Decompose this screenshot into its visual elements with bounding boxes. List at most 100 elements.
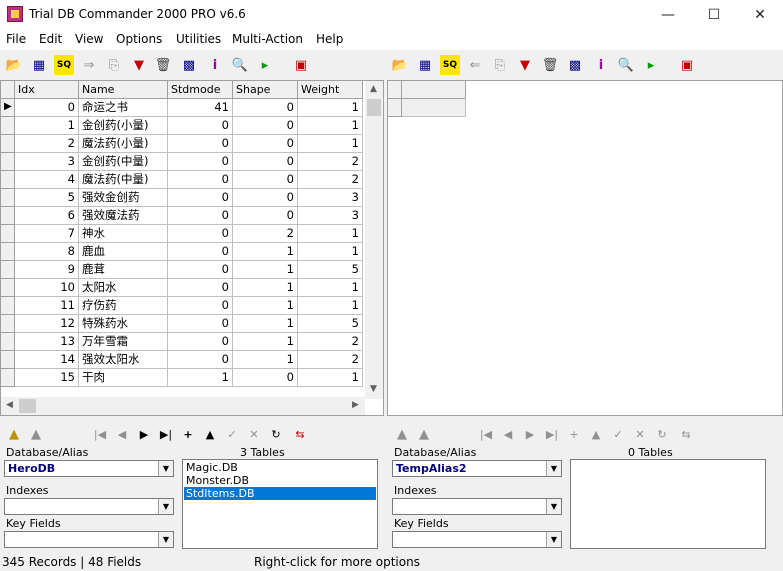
right-data-grid[interactable] — [387, 80, 783, 416]
scroll-right-arrow[interactable]: ▶ — [347, 397, 364, 414]
menu-view[interactable]: View — [75, 32, 103, 46]
row-indicator[interactable] — [1, 207, 15, 225]
minimize-button[interactable]: — — [645, 0, 691, 30]
cell-stdmode[interactable]: 0 — [168, 333, 233, 351]
list-item-selected[interactable]: StdItems.DB — [184, 487, 376, 500]
cell-weight[interactable]: 1 — [298, 243, 363, 261]
exit-icon[interactable]: ▣ — [677, 55, 697, 75]
grid-icon[interactable]: ▩ — [565, 55, 585, 75]
scroll-thumb-horizontal[interactable] — [19, 399, 36, 413]
cell-weight[interactable]: 3 — [298, 189, 363, 207]
cell-weight[interactable]: 1 — [298, 225, 363, 243]
list-item[interactable]: Magic.DB — [184, 461, 376, 474]
cell-idx[interactable]: 8 — [15, 243, 79, 261]
cell-weight[interactable]: 2 — [298, 153, 363, 171]
database-combo[interactable]: HeroDB ▼ — [4, 460, 174, 477]
search-icon[interactable]: 🔍 — [230, 55, 250, 75]
database-icon[interactable]: ▲ — [4, 424, 24, 444]
column-header-shape[interactable]: Shape — [233, 81, 298, 99]
cell-weight[interactable]: 1 — [298, 135, 363, 153]
nav-refresh-button[interactable]: ↻ — [266, 428, 286, 442]
cell-shape[interactable]: 0 — [233, 135, 298, 153]
table-icon[interactable]: ▦ — [415, 55, 435, 75]
cell-stdmode[interactable]: 0 — [168, 279, 233, 297]
nav-post-button[interactable]: ✓ — [608, 428, 628, 442]
row-indicator[interactable] — [1, 135, 15, 153]
cell-name[interactable]: 金创药(小量) — [79, 117, 168, 135]
menu-help[interactable]: Help — [316, 32, 343, 46]
cell-idx[interactable]: 2 — [15, 135, 79, 153]
cell-weight[interactable]: 1 — [298, 297, 363, 315]
chevron-down-icon[interactable]: ▼ — [158, 499, 173, 514]
indexes-combo[interactable]: ▼ — [392, 498, 562, 515]
row-indicator[interactable] — [1, 369, 15, 387]
cell-weight[interactable]: 1 — [298, 279, 363, 297]
cell-shape[interactable]: 2 — [233, 225, 298, 243]
cell-shape[interactable]: 0 — [233, 153, 298, 171]
cell-stdmode[interactable]: 0 — [168, 171, 233, 189]
cell-weight[interactable]: 2 — [298, 171, 363, 189]
cell-weight[interactable]: 1 — [298, 369, 363, 387]
row-indicator[interactable] — [1, 315, 15, 333]
cell-shape[interactable]: 0 — [233, 189, 298, 207]
cell-idx[interactable]: 4 — [15, 171, 79, 189]
column-header-weight[interactable]: Weight — [298, 81, 363, 99]
cell-weight[interactable]: 2 — [298, 333, 363, 351]
tables-list[interactable] — [570, 459, 766, 549]
nav-next-button[interactable]: ▶ — [134, 428, 154, 442]
row-indicator[interactable] — [1, 225, 15, 243]
cell-name[interactable]: 强效太阳水 — [79, 351, 168, 369]
cell-shape[interactable]: 1 — [233, 351, 298, 369]
row-indicator[interactable] — [1, 351, 15, 369]
chevron-down-icon[interactable]: ▼ — [546, 532, 561, 547]
filter-icon[interactable]: ▼ — [129, 55, 149, 75]
scroll-thumb[interactable] — [367, 99, 381, 116]
cell-idx[interactable]: 7 — [15, 225, 79, 243]
run-icon[interactable]: ▸ — [255, 55, 275, 75]
menu-edit[interactable]: Edit — [39, 32, 62, 46]
cell-idx[interactable]: 3 — [15, 153, 79, 171]
row-indicator[interactable] — [1, 117, 15, 135]
scroll-left-arrow[interactable]: ◀ — [1, 397, 18, 414]
keyfields-combo[interactable]: ▼ — [392, 531, 562, 548]
list-item[interactable]: Monster.DB — [184, 474, 376, 487]
maximize-button[interactable]: ☐ — [691, 0, 737, 30]
menu-options[interactable]: Options — [116, 32, 162, 46]
cell-shape[interactable]: 0 — [233, 99, 298, 117]
nav-delete-button[interactable]: ▲ — [586, 428, 606, 442]
trash-icon[interactable]: 🗑 — [540, 55, 560, 75]
nav-first-button[interactable]: |◀ — [90, 428, 110, 442]
nav-cancel-button[interactable]: ✕ — [244, 428, 264, 442]
cell-stdmode[interactable]: 41 — [168, 99, 233, 117]
nav-prior-button[interactable]: ◀ — [498, 428, 518, 442]
nav-post-button[interactable]: ✓ — [222, 428, 242, 442]
cell-shape[interactable]: 0 — [233, 117, 298, 135]
cell-idx[interactable]: 9 — [15, 261, 79, 279]
cell-shape[interactable]: 0 — [233, 207, 298, 225]
cell-shape[interactable]: 1 — [233, 279, 298, 297]
cell-weight[interactable]: 1 — [298, 99, 363, 117]
cell-stdmode[interactable]: 0 — [168, 351, 233, 369]
cell-weight[interactable]: 2 — [298, 351, 363, 369]
cell-name[interactable]: 干肉 — [79, 369, 168, 387]
cell-shape[interactable]: 0 — [233, 171, 298, 189]
import-icon[interactable]: ⎘ — [490, 55, 510, 75]
row-indicator[interactable] — [1, 279, 15, 297]
nav-filter-button[interactable]: ⇆ — [676, 428, 696, 442]
cell-idx[interactable]: 14 — [15, 351, 79, 369]
cell-name[interactable]: 疗伤药 — [79, 297, 168, 315]
current-row-indicator[interactable]: ▶ — [1, 99, 15, 117]
column-header-stdmode[interactable]: Stdmode — [168, 81, 233, 99]
folder-open-icon[interactable]: 📂 — [4, 55, 24, 75]
column-header-idx[interactable]: Idx — [15, 81, 79, 99]
database-combo[interactable]: TempAlias2 ▼ — [392, 460, 562, 477]
close-button[interactable]: ✕ — [737, 0, 783, 30]
arrow-right-icon[interactable]: ⇒ — [79, 55, 99, 75]
cell-name[interactable]: 神水 — [79, 225, 168, 243]
empty-cell[interactable] — [402, 99, 466, 117]
cell-stdmode[interactable]: 0 — [168, 153, 233, 171]
data-grid[interactable]: Idx Name Stdmode Shape Weight ▶ 0 命运之书 41 0 1… — [0, 80, 384, 416]
info-icon[interactable]: i — [591, 55, 611, 75]
cell-name[interactable]: 魔法药(中量) — [79, 171, 168, 189]
cell-stdmode[interactable]: 1 — [168, 369, 233, 387]
